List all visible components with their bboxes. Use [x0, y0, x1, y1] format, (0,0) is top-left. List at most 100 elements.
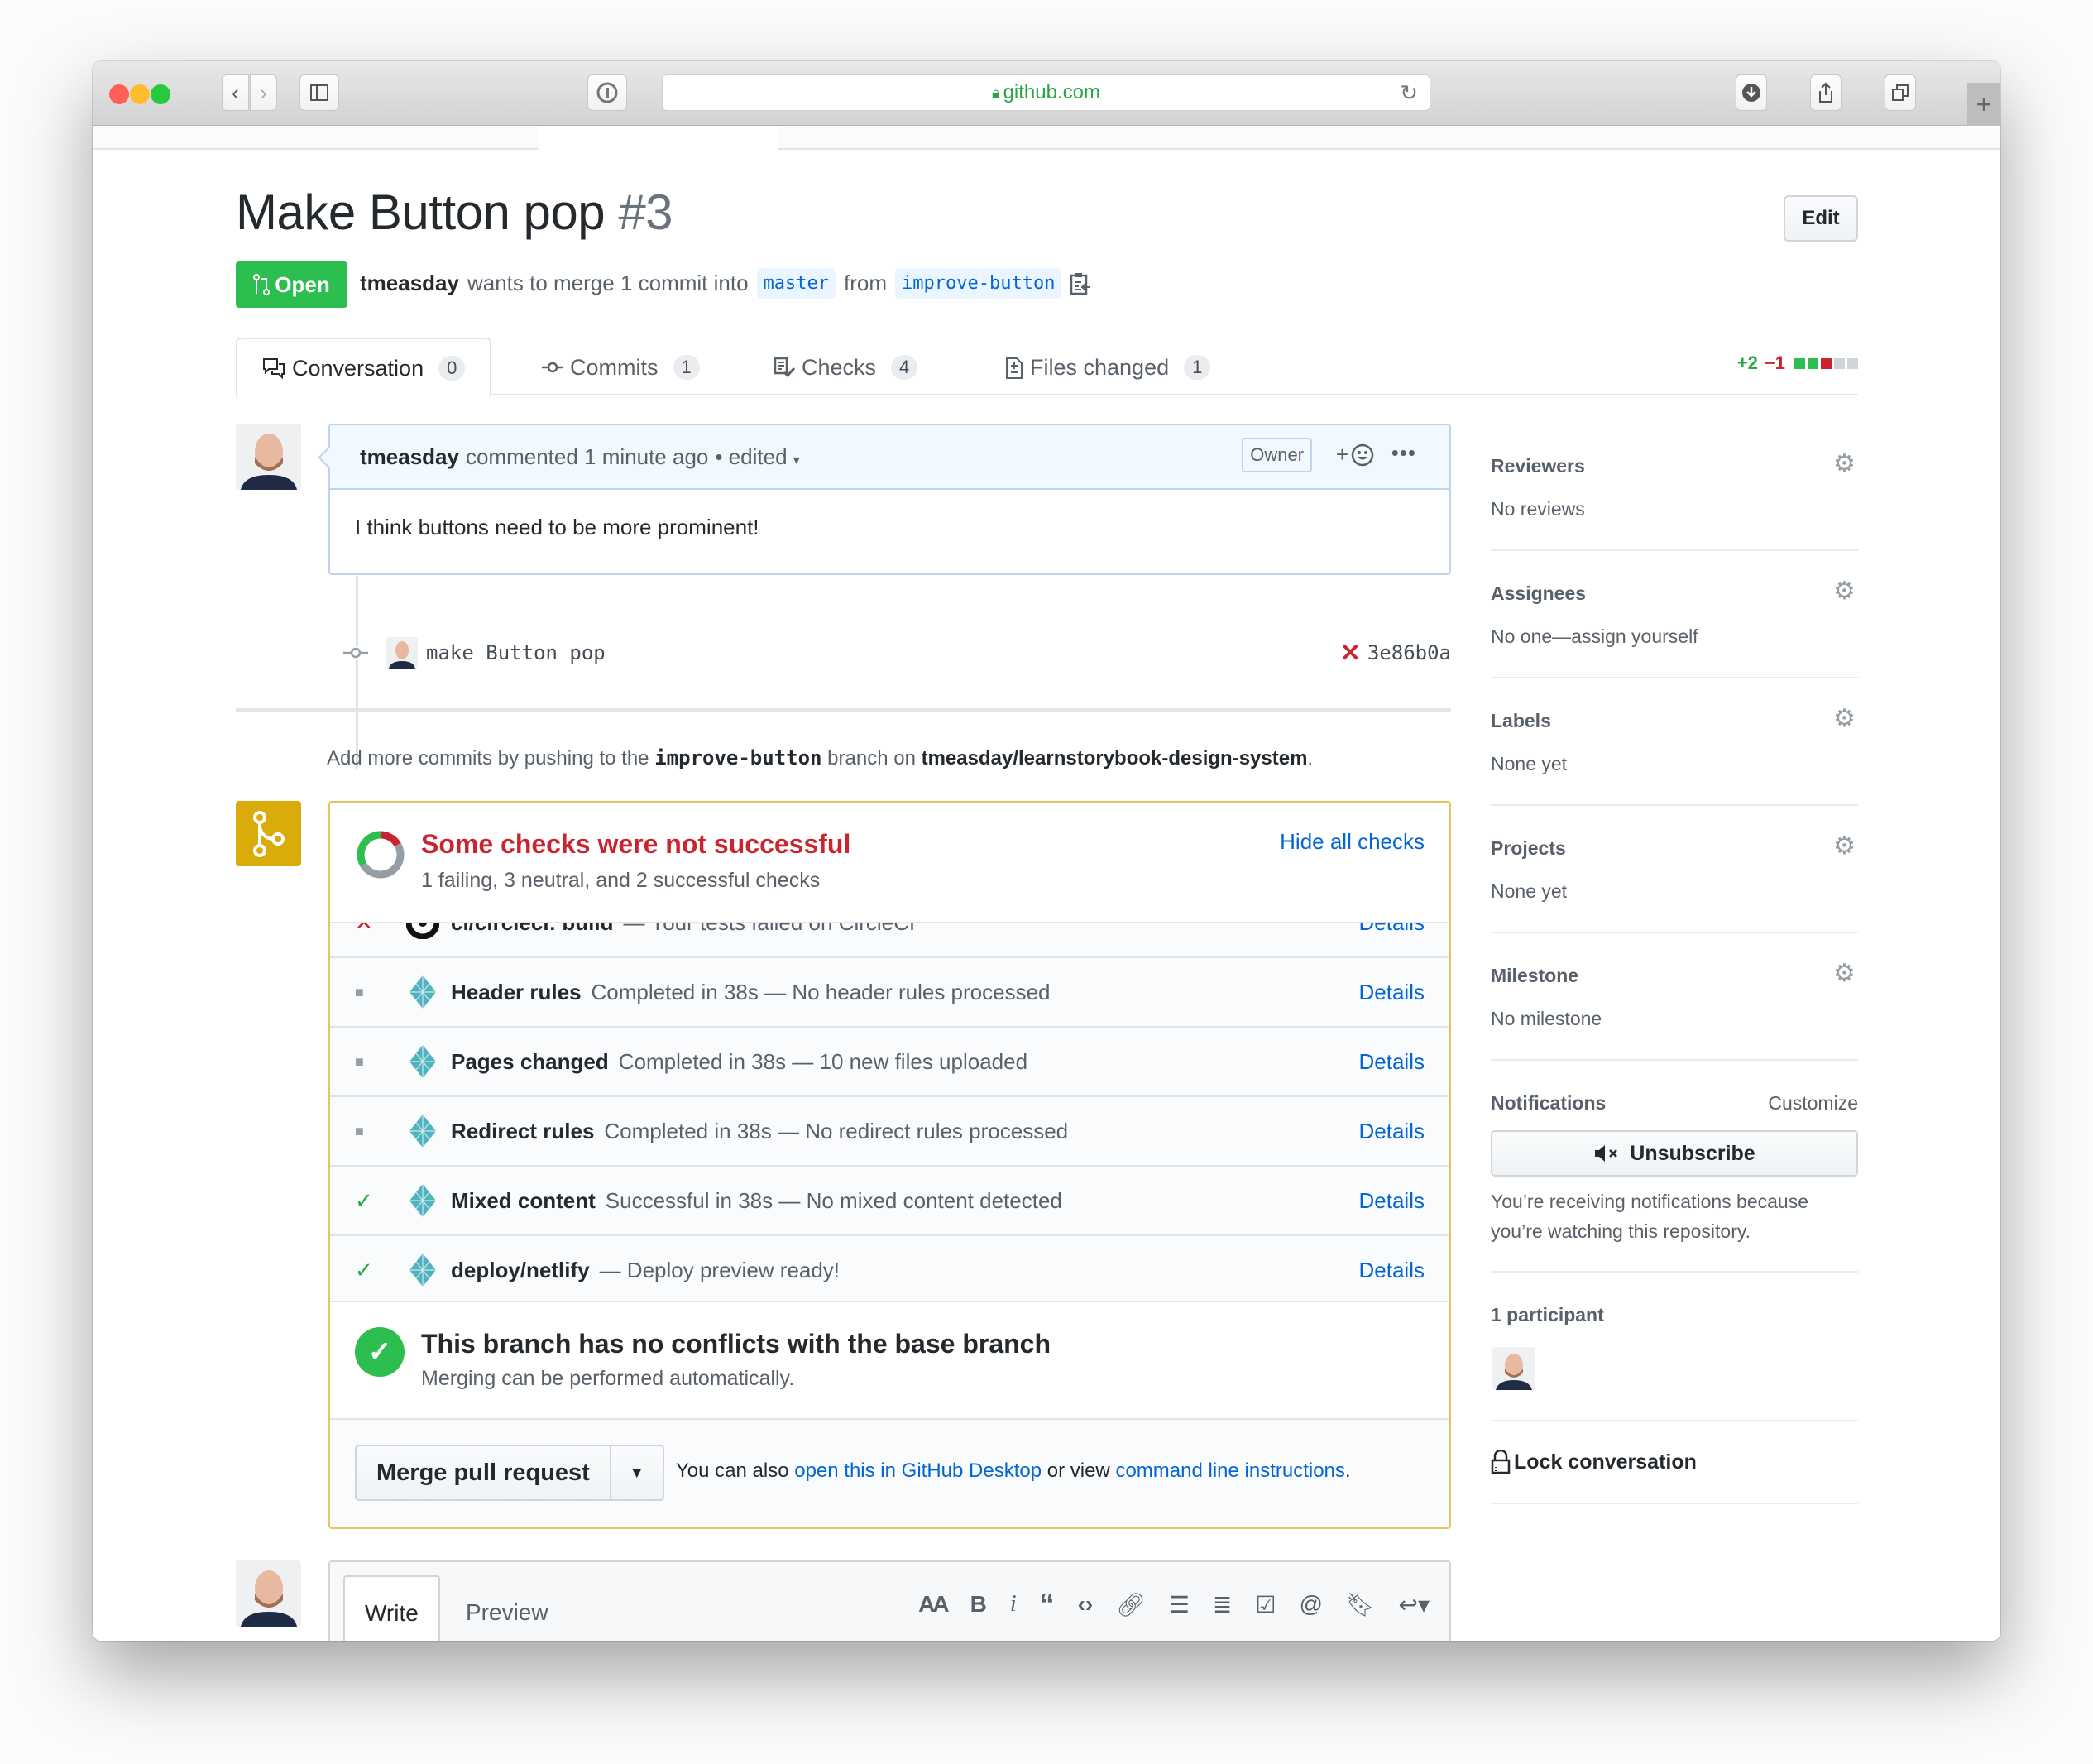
minimize-window-button[interactable]	[130, 84, 150, 104]
diffstat-block-neutral	[1847, 358, 1858, 369]
reload-icon[interactable]: ↻	[1400, 80, 1418, 106]
push-hint-text: Add more commits by pushing to the	[327, 747, 649, 769]
chevron-right-icon: ›	[260, 79, 267, 105]
merge-method-dropdown[interactable]: ▼	[611, 1446, 663, 1499]
reply-icon[interactable]: ↩▾	[1398, 1591, 1430, 1618]
check-app-logo	[405, 1252, 441, 1288]
pull-request-icon	[253, 274, 271, 295]
markdown-toolbar: AA B i “ ‹› 🔗︎ ☰ ≣ ☑ @ 🔖︎ ↩▾	[918, 1587, 1430, 1622]
merge-pull-request-button[interactable]: Merge pull request	[357, 1446, 611, 1499]
command-line-instructions-link[interactable]: command line instructions	[1115, 1460, 1344, 1482]
check-app-logo	[405, 974, 441, 1010]
sidebar: Reviewers ⚙ No reviews Assignees ⚙ No one—ass…	[1491, 424, 1858, 1504]
quote-icon[interactable]: “	[1040, 1587, 1055, 1622]
tab-write[interactable]: Write	[343, 1575, 440, 1641]
participant-avatar[interactable]	[1492, 1347, 1535, 1390]
commit-sha-link[interactable]: 3e86b0a	[1367, 641, 1451, 664]
diffstat[interactable]: +2 −1	[1737, 352, 1858, 374]
show-tabs-button[interactable]	[1885, 74, 1916, 111]
tab-files-changed[interactable]: Files changed 1	[1005, 338, 1211, 397]
link-icon[interactable]: 🔗︎	[1116, 1591, 1146, 1618]
commit-message-link[interactable]: make Button pop	[426, 641, 606, 664]
pr-tabs: Conversation 0 Commits 1 Checks 4 Files …	[236, 338, 1858, 397]
comment-author-link[interactable]: tmeasday	[360, 444, 459, 470]
downloads-button[interactable]	[1736, 74, 1767, 111]
forward-button[interactable]: ›	[250, 74, 277, 111]
commit-author-avatar[interactable]	[386, 637, 418, 669]
bookmark-icon[interactable]: 🔖︎	[1346, 1591, 1376, 1618]
tab-checks[interactable]: Checks 4	[774, 338, 918, 397]
base-branch[interactable]: master	[756, 268, 836, 299]
header-icon[interactable]: AA	[918, 1591, 949, 1618]
address-bar[interactable]: 🔒︎ github.com ↻	[662, 74, 1430, 111]
tab-commits[interactable]: Commits 1	[542, 338, 700, 397]
share-button[interactable]	[1810, 74, 1842, 111]
check-name: deploy/netlify	[451, 1257, 590, 1282]
check-row: ✓ Mixed content Successful in 38s — No mix…	[330, 1167, 1449, 1236]
gear-icon[interactable]: ⚙	[1833, 707, 1858, 731]
current-user-avatar[interactable]	[236, 1560, 301, 1627]
repo-nav-active-tab[interactable]	[539, 127, 778, 151]
check-details-link[interactable]: Details	[1359, 1119, 1425, 1144]
avatar-photo	[386, 637, 418, 669]
edit-title-button[interactable]: Edit	[1784, 195, 1858, 242]
italic-icon[interactable]: i	[1010, 1591, 1017, 1618]
zoom-window-button[interactable]	[151, 84, 170, 104]
copy-branch-icon[interactable]	[1070, 271, 1091, 296]
push-hint-repo[interactable]: tmeasday/learnstorybook-design-system	[922, 747, 1308, 769]
lock-conversation-button[interactable]: Lock conversation	[1491, 1450, 1697, 1474]
open-in-desktop-link[interactable]: open this in GitHub Desktop	[794, 1460, 1042, 1482]
netlify-logo-icon	[410, 1184, 436, 1217]
lock-conversation-label: Lock conversation	[1514, 1450, 1697, 1474]
checks-title: Some checks were not successful	[421, 829, 851, 859]
hide-all-checks-link[interactable]: Hide all checks	[1280, 829, 1425, 855]
head-branch[interactable]: improve-button	[895, 268, 1062, 299]
comment-edited-dropdown[interactable]: • edited ▾	[715, 444, 799, 470]
comment-options-icon[interactable]: •••	[1391, 440, 1416, 466]
check-name: ci/circleci: build	[451, 922, 614, 935]
new-tab-button[interactable]: +	[1967, 83, 2000, 126]
neutral-square-icon: ■	[355, 1122, 364, 1139]
checks-list[interactable]: ✕ ci/circleci: build — Your tests failed o…	[330, 922, 1449, 1301]
git-commit-icon	[542, 362, 563, 373]
sidebar-toggle-button[interactable]	[299, 74, 339, 111]
x-icon[interactable]: ✕	[1340, 639, 1361, 668]
tab-counter: 0	[438, 356, 466, 381]
unordered-list-icon[interactable]: ☰	[1169, 1591, 1190, 1618]
check-details-link[interactable]: Details	[1359, 1258, 1425, 1283]
sidebar-icon	[310, 84, 328, 101]
gear-icon[interactable]: ⚙	[1833, 452, 1858, 477]
gear-icon[interactable]: ⚙	[1833, 961, 1858, 986]
add-reaction-button[interactable]: +	[1336, 442, 1375, 467]
checks-header: Some checks were not successful 1 failin…	[330, 803, 1449, 922]
unsubscribe-button[interactable]: Unsubscribe	[1491, 1130, 1858, 1177]
check-app-logo	[405, 1182, 441, 1219]
sidebar-participants: 1 participant	[1491, 1273, 1858, 1421]
check-details-link[interactable]: Details	[1359, 923, 1425, 936]
check-row: ■ Header rules Completed in 38s — No heade…	[330, 958, 1449, 1028]
gear-icon[interactable]: ⚙	[1833, 834, 1858, 859]
back-button[interactable]: ‹	[222, 74, 249, 111]
check-details-link[interactable]: Details	[1359, 980, 1425, 1005]
check-details-link[interactable]: Details	[1359, 1188, 1425, 1214]
comment-timestamp[interactable]: commented 1 minute ago	[466, 444, 708, 470]
password-manager-button[interactable]	[587, 74, 627, 111]
ordered-list-icon[interactable]: ≣	[1213, 1591, 1232, 1618]
mergeable-title: This branch has no conflicts with the ba…	[421, 1329, 1051, 1359]
tab-conversation[interactable]: Conversation 0	[236, 338, 492, 397]
bold-icon[interactable]: B	[970, 1591, 987, 1618]
customize-notifications-link[interactable]: Customize	[1768, 1092, 1858, 1114]
comment-author-avatar[interactable]	[236, 424, 301, 490]
task-list-icon[interactable]: ☑	[1255, 1591, 1276, 1618]
code-icon[interactable]: ‹›	[1078, 1591, 1094, 1618]
pr-author-link[interactable]: tmeasday	[360, 271, 459, 296]
close-window-button[interactable]	[109, 84, 129, 104]
check-description: Completed in 38s — No header rules proce…	[591, 979, 1051, 1004]
timeline-divider	[236, 708, 1451, 712]
merge-footer: Merge pull request ▼ You can also open t…	[330, 1418, 1449, 1527]
sidebar-heading: Labels	[1491, 710, 1551, 731]
mention-icon[interactable]: @	[1300, 1591, 1323, 1618]
gear-icon[interactable]: ⚙	[1833, 579, 1858, 604]
check-details-link[interactable]: Details	[1359, 1049, 1425, 1075]
tab-preview[interactable]: Preview	[446, 1575, 568, 1641]
